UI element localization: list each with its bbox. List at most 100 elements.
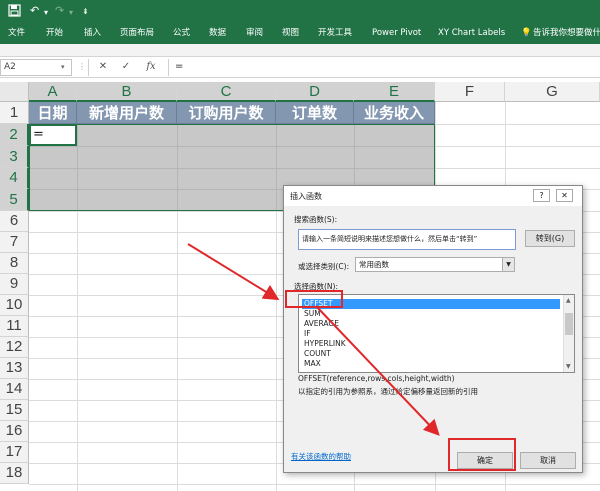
col-header-f[interactable]: F bbox=[435, 82, 505, 102]
cancel-button[interactable]: 取消 bbox=[520, 452, 576, 469]
undo-icon[interactable]: ↶ bbox=[30, 4, 39, 18]
list-scrollbar[interactable]: ▲ ▼ bbox=[563, 295, 574, 372]
col-header-a[interactable]: A bbox=[29, 82, 77, 102]
row-header-12[interactable]: 12 bbox=[0, 337, 29, 358]
customize-icon[interactable]: ⇟ bbox=[82, 5, 89, 19]
row-header-9[interactable]: 9 bbox=[0, 274, 29, 295]
ribbon-tabs: 文件 开始 插入 页面布局 公式 数据 审阅 视图 开发工具 Power Piv… bbox=[0, 22, 600, 44]
range-gridline bbox=[77, 124, 78, 211]
col-header-g[interactable]: G bbox=[505, 82, 600, 102]
tab-file[interactable]: 文件 bbox=[8, 27, 25, 39]
row-header-7[interactable]: 7 bbox=[0, 232, 29, 253]
function-item-if[interactable]: IF bbox=[302, 329, 560, 339]
save-icon[interactable] bbox=[8, 4, 21, 21]
cancel-icon[interactable]: ✕ bbox=[95, 59, 111, 74]
tab-review[interactable]: 审阅 bbox=[246, 27, 263, 39]
row-header-4[interactable]: 4 bbox=[0, 168, 29, 189]
range-gridline bbox=[29, 146, 435, 147]
name-box[interactable]: A2 ▾ bbox=[0, 59, 72, 76]
function-item-max[interactable]: MAX bbox=[302, 359, 560, 369]
go-button[interactable]: 转到(G) bbox=[525, 230, 575, 247]
undo-dropdown-icon[interactable]: ▾ bbox=[44, 6, 48, 20]
tab-data[interactable]: 数据 bbox=[209, 27, 226, 39]
row-header-2[interactable]: 2 bbox=[0, 124, 29, 146]
insert-function-icon[interactable]: fx bbox=[143, 59, 159, 74]
range-gridline bbox=[29, 168, 435, 169]
category-select[interactable]: 常用函数 ▼ bbox=[355, 257, 515, 272]
function-list-label: 选择函数(N): bbox=[294, 282, 338, 291]
tab-xy-chart-labels[interactable]: XY Chart Labels bbox=[438, 27, 505, 39]
tab-developer[interactable]: 开发工具 bbox=[318, 27, 352, 39]
gridline bbox=[435, 124, 600, 125]
row-header-1[interactable]: 1 bbox=[0, 102, 29, 124]
col-header-d[interactable]: D bbox=[276, 82, 354, 102]
col-header-b[interactable]: B bbox=[77, 82, 177, 102]
header-cell-orders[interactable]: 订单数 bbox=[276, 102, 354, 124]
gridline bbox=[435, 146, 600, 147]
function-list[interactable]: OFFSET SUM AVERAGE IF HYPERLINK COUNT MA… bbox=[298, 294, 575, 373]
tab-page-layout[interactable]: 页面布局 bbox=[120, 27, 154, 39]
function-item-hyperlink[interactable]: HYPERLINK bbox=[302, 339, 560, 349]
scroll-up-icon[interactable]: ▲ bbox=[566, 297, 571, 304]
tab-view[interactable]: 视图 bbox=[282, 27, 299, 39]
row-header-8[interactable]: 8 bbox=[0, 253, 29, 274]
category-label: 或选择类别(C): bbox=[298, 262, 350, 271]
header-cell-subscribers[interactable]: 订购用户数 bbox=[177, 102, 276, 124]
function-signature: OFFSET(reference,rows,cols,height,width) bbox=[298, 374, 455, 383]
tab-insert[interactable]: 插入 bbox=[84, 27, 101, 39]
row-header-18[interactable]: 18 bbox=[0, 463, 29, 484]
function-item-offset[interactable]: OFFSET bbox=[302, 299, 560, 309]
search-input[interactable]: 请输入一条简短说明来描述您想做什么，然后单击“转到” bbox=[298, 229, 516, 250]
header-cell-new-users[interactable]: 新增用户数 bbox=[77, 102, 177, 124]
row-header-10[interactable]: 10 bbox=[0, 295, 29, 316]
row-header-5[interactable]: 5 bbox=[0, 189, 29, 211]
name-box-dropdown-icon[interactable]: ▾ bbox=[61, 60, 65, 75]
row-header-3[interactable]: 3 bbox=[0, 146, 29, 168]
function-description: 以指定的引用为参照系，通过给定偏移量返回新的引用 bbox=[298, 387, 478, 396]
select-all-corner[interactable] bbox=[0, 82, 29, 102]
lightbulb-icon: 💡 bbox=[521, 28, 532, 38]
formula-divider bbox=[88, 59, 89, 76]
function-help-link[interactable]: 有关该函数的帮助 bbox=[291, 451, 351, 462]
redo-dropdown-icon[interactable]: ▾ bbox=[69, 6, 73, 20]
dialog-title-bar: 插入函数 ? ✕ bbox=[284, 186, 582, 206]
row-header-6[interactable]: 6 bbox=[0, 211, 29, 232]
row-header-15[interactable]: 15 bbox=[0, 400, 29, 421]
gridline bbox=[29, 484, 600, 485]
category-value: 常用函数 bbox=[359, 260, 389, 269]
dialog-title: 插入函数 bbox=[290, 192, 322, 201]
row-header-11[interactable]: 11 bbox=[0, 316, 29, 337]
tell-me-box[interactable]: 告诉我你想要做什么 bbox=[533, 27, 600, 39]
redo-icon[interactable]: ↷ bbox=[55, 4, 64, 18]
row-header-14[interactable]: 14 bbox=[0, 379, 29, 400]
header-cell-revenue[interactable]: 业务收入 bbox=[354, 102, 435, 124]
ribbon-collapsed-area bbox=[0, 44, 600, 56]
tab-formulas[interactable]: 公式 bbox=[173, 27, 190, 39]
col-header-e[interactable]: E bbox=[354, 82, 435, 102]
insert-function-dialog: 插入函数 ? ✕ 搜索函数(S): 请输入一条简短说明来描述您想做什么，然后单击… bbox=[283, 185, 583, 473]
scroll-thumb[interactable] bbox=[565, 313, 573, 335]
row-header-13[interactable]: 13 bbox=[0, 358, 29, 379]
row-header-16[interactable]: 16 bbox=[0, 421, 29, 442]
header-cell-date[interactable]: 日期 bbox=[29, 102, 77, 124]
help-icon[interactable]: ? bbox=[533, 189, 550, 202]
formula-bar: A2 ▾ ⋮ ✕ ✓ fx = bbox=[0, 56, 600, 78]
active-cell-a2[interactable]: = bbox=[29, 124, 77, 146]
range-gridline bbox=[177, 124, 178, 211]
col-header-c[interactable]: C bbox=[177, 82, 276, 102]
formula-input[interactable]: = bbox=[168, 59, 600, 76]
function-item-sum[interactable]: SUM bbox=[302, 309, 560, 319]
title-bar: ↶ ▾ ↷ ▾ ⇟ bbox=[0, 0, 600, 22]
tab-home[interactable]: 开始 bbox=[46, 27, 63, 39]
scroll-down-icon[interactable]: ▼ bbox=[566, 363, 571, 370]
close-icon[interactable]: ✕ bbox=[556, 189, 573, 202]
tab-power-pivot[interactable]: Power Pivot bbox=[372, 27, 421, 39]
enter-icon[interactable]: ✓ bbox=[118, 59, 134, 74]
search-label: 搜索函数(S): bbox=[294, 215, 338, 224]
chevron-down-icon[interactable]: ▼ bbox=[502, 258, 514, 271]
function-item-count[interactable]: COUNT bbox=[302, 349, 560, 359]
function-item-average[interactable]: AVERAGE bbox=[302, 319, 560, 329]
ok-button[interactable]: 确定 bbox=[457, 452, 513, 469]
gridline bbox=[435, 168, 600, 169]
row-header-17[interactable]: 17 bbox=[0, 442, 29, 463]
